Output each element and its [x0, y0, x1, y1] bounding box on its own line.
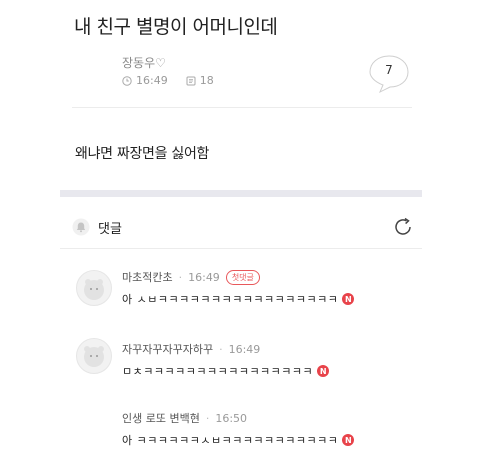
new-badge: N — [342, 293, 355, 305]
comment-meta: 자꾸자꾸자꾸자하꾸 · 16:49 — [122, 341, 261, 357]
comment-time: 16:50 — [215, 411, 248, 425]
comment-body: ㅁㅊㅋㅋㅋㅋㅋㅋㅋㅋㅋㅋㅋㅋㅋㅋㅋㅋ — [122, 365, 314, 378]
comment-body: 아 ㅅㅂㅋㅋㅋㅋㅋㅋㅋㅋㅋㅋㅋㅋㅋㅋㅋㅋㅋ — [122, 293, 339, 306]
post-time: 16:49 — [136, 74, 168, 87]
comments-label: 댓글 — [98, 222, 122, 237]
comment-count: 7 — [385, 63, 393, 77]
author-name[interactable]: 장동우♡ — [122, 54, 166, 71]
comment-author[interactable]: 마초적칸초 — [122, 269, 173, 285]
comment-author[interactable]: 자꾸자꾸자꾸자하꾸 — [122, 341, 213, 357]
comment-author[interactable]: 인생 로또 변백현 — [122, 410, 200, 426]
comment-meta: 인생 로또 변백현 · 16:50 — [122, 410, 248, 426]
post-title: 내 친구 별명이 어머니인데 — [74, 16, 278, 38]
divider — [60, 248, 422, 249]
view-icon — [186, 76, 196, 85]
new-badge: N — [342, 434, 355, 446]
post-content: 왜냐면 짜장면을 싫어함 — [75, 146, 210, 162]
comment-body: 아 ㅋㅋㅋㅋㅋㅋㅅㅂㅋㅋㅋㅋㅋㅋㅋㅋㅋㅋㅋ — [122, 434, 339, 447]
bell-icon[interactable] — [72, 218, 90, 236]
comment-count-button[interactable]: 7 — [367, 54, 411, 94]
first-comment-badge: 첫댓글 — [225, 269, 260, 285]
post-meta: 16:49 18 — [122, 74, 214, 87]
avatar[interactable] — [76, 338, 112, 374]
comment-text: 아 ㅋㅋㅋㅋㅋㅋㅅㅂㅋㅋㅋㅋㅋㅋㅋㅋㅋㅋㅋ N — [122, 432, 355, 448]
new-badge: N — [317, 365, 330, 377]
comment-meta: 마초적칸초 · 16:49 첫댓글 — [122, 269, 260, 285]
comment-time: 16:49 — [188, 270, 220, 284]
divider — [72, 107, 412, 108]
view-count: 18 — [199, 74, 214, 87]
avatar[interactable] — [76, 270, 112, 306]
author-avatar — [86, 54, 114, 84]
comment-text: 아 ㅅㅂㅋㅋㅋㅋㅋㅋㅋㅋㅋㅋㅋㅋㅋㅋㅋㅋㅋ N — [122, 291, 355, 307]
section-divider — [60, 190, 422, 197]
clock-icon — [122, 75, 132, 86]
comment-text: ㅁㅊㅋㅋㅋㅋㅋㅋㅋㅋㅋㅋㅋㅋㅋㅋㅋㅋ N — [122, 363, 330, 379]
comment-time: 16:49 — [228, 342, 261, 356]
refresh-icon[interactable] — [392, 216, 414, 238]
comments-header: 댓글 — [72, 216, 416, 240]
